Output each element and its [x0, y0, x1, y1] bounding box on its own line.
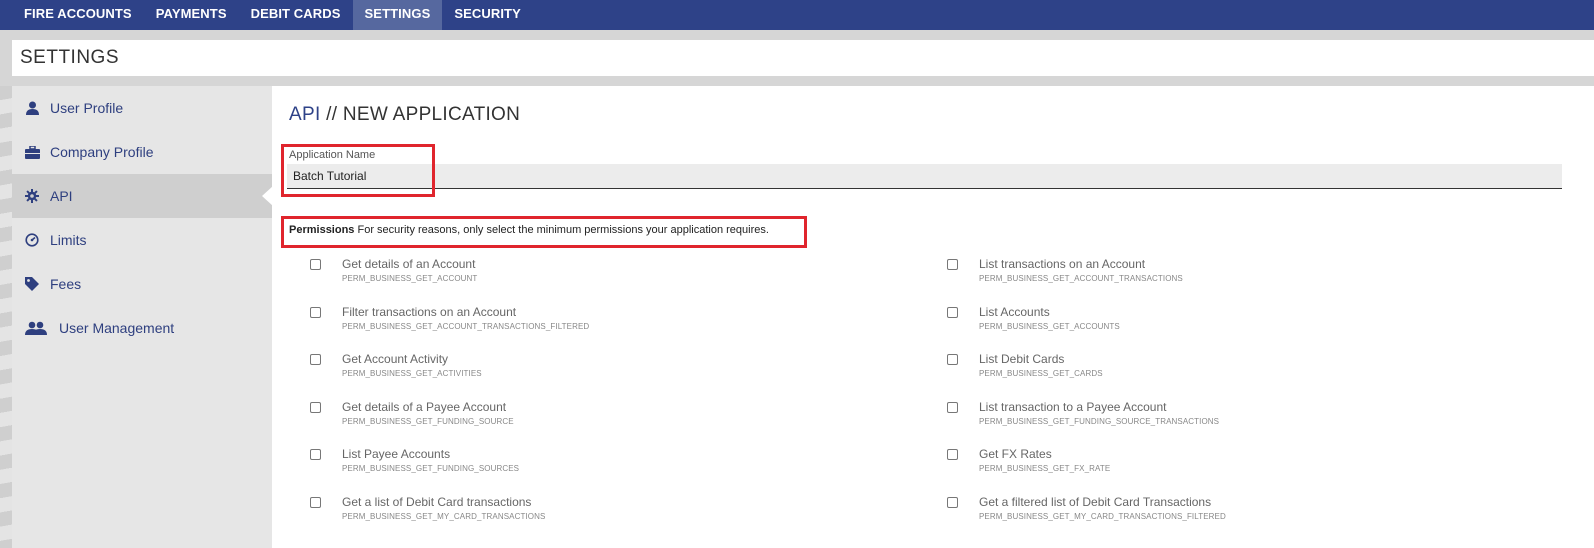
page-title: SETTINGS	[20, 47, 120, 68]
permission-checkbox[interactable]	[310, 449, 321, 461]
permission-code: PERM_BUSINESS_GET_ACTIVITIES	[342, 369, 482, 379]
permissions-label: Permissions	[289, 224, 355, 236]
sidebar-item-label: User Management	[59, 320, 175, 336]
nav-security[interactable]: SECURITY	[442, 0, 533, 30]
sidebar-item-label: Company Profile	[50, 144, 154, 160]
permission-code: PERM_BUSINESS_GET_ACCOUNT	[342, 274, 478, 283]
user-icon	[24, 100, 40, 116]
permission-code: PERM_BUSINESS_GET_ACCOUNTS	[979, 321, 1120, 331]
permission-title: List Accounts	[979, 304, 1050, 319]
nav-debit-cards[interactable]: DEBIT CARDS	[239, 0, 353, 30]
settings-header: SETTINGS	[12, 40, 1594, 76]
permission-title: Get FX Rates	[979, 447, 1052, 462]
permission-code: PERM_BUSINESS_GET_FUNDING_SOURCE_TRANSAC…	[979, 416, 1220, 426]
permissions-note: For security reasons, only select the mi…	[357, 224, 769, 236]
permission-title: List transaction to a Payee Account	[979, 399, 1167, 414]
permission-code: PERM_BUSINESS_GET_FUNDING_SOURCES	[342, 464, 520, 474]
permission-title: Filter transactions on an Account	[342, 304, 517, 319]
permission-checkbox[interactable]	[947, 354, 958, 366]
sidebar-item-label: Limits	[50, 232, 87, 248]
permission-code: PERM_BUSINESS_GET_ACCOUNT_TRANSACTIONS	[979, 274, 1183, 283]
permission-title: List Debit Cards	[979, 352, 1065, 367]
permission-checkbox[interactable]	[310, 497, 321, 508]
heading-api-link[interactable]: API	[289, 104, 321, 125]
permission-code: PERM_BUSINESS_GET_FUNDING_SOURCE	[342, 416, 514, 426]
permission-checkbox[interactable]	[947, 259, 958, 270]
permission-checkbox[interactable]	[947, 497, 958, 508]
sidebar-item-company-profile[interactable]: Company Profile	[12, 130, 272, 174]
permission-checkbox[interactable]	[947, 449, 958, 461]
permission-code: PERM_BUSINESS_GET_MY_CARD_TRANSACTIONS_F…	[979, 512, 1226, 521]
users-icon	[24, 320, 48, 336]
sidebar-item-limits[interactable]: Limits	[12, 218, 272, 262]
permission-title: List Payee Accounts	[342, 447, 451, 462]
nav-payments[interactable]: PAYMENTS	[144, 0, 239, 30]
permission-code: PERM_BUSINESS_GET_MY_CARD_TRANSACTIONS	[342, 512, 546, 521]
sidebar-item-label: Fees	[50, 276, 82, 292]
top-navigation: FIRE ACCOUNTS PAYMENTS DEBIT CARDS SETTI…	[0, 0, 1594, 30]
briefcase-icon	[24, 144, 40, 160]
heading-rest: // NEW APPLICATION	[326, 104, 521, 125]
left-edge-decoration	[0, 86, 12, 548]
main-panel: API // NEW APPLICATION Application Name …	[272, 86, 1594, 548]
permission-title: List transactions on an Account	[979, 257, 1146, 271]
sidebar-item-label: User Profile	[50, 100, 124, 116]
application-name-input[interactable]	[287, 164, 1562, 189]
gauge-icon	[24, 232, 40, 248]
permission-checkbox[interactable]	[310, 306, 321, 318]
permission-title: Get details of an Account	[342, 257, 476, 271]
gear-icon	[24, 188, 40, 204]
tag-icon	[24, 276, 40, 292]
sidebar-item-api[interactable]: API	[12, 174, 273, 218]
permission-title: Get a filtered list of Debit Card Transa…	[979, 495, 1212, 509]
permissions-header: Permissions For security reasons, only s…	[289, 224, 769, 236]
permission-code: PERM_BUSINESS_GET_CARDS	[979, 369, 1103, 379]
permission-checkbox[interactable]	[947, 401, 958, 413]
permission-code: PERM_BUSINESS_GET_ACCOUNT_TRANSACTIONS_F…	[342, 321, 590, 331]
application-name-label: Application Name	[289, 149, 376, 161]
sidebar-item-user-profile[interactable]: User Profile	[12, 86, 272, 130]
permission-checkbox[interactable]	[947, 306, 958, 318]
permission-title: Get details of a Payee Account	[342, 399, 507, 414]
nav-settings[interactable]: SETTINGS	[352, 0, 443, 30]
section-heading: API // NEW APPLICATION	[289, 104, 520, 126]
sidebar-item-label: API	[50, 188, 73, 204]
permission-code: PERM_BUSINESS_GET_FX_RATE	[979, 464, 1111, 474]
permission-checkbox[interactable]	[310, 401, 321, 413]
permission-title: Get Account Activity	[342, 352, 449, 367]
sidebar-item-fees[interactable]: Fees	[12, 262, 272, 306]
permission-title: Get a list of Debit Card transactions	[342, 495, 532, 509]
settings-sidebar: User Profile Company Profile API Limits …	[12, 86, 273, 548]
permission-checkbox[interactable]	[310, 259, 321, 270]
permission-checkbox[interactable]	[310, 354, 321, 366]
sidebar-item-user-management[interactable]: User Management	[12, 306, 272, 350]
nav-fire-accounts[interactable]: FIRE ACCOUNTS	[12, 0, 144, 30]
